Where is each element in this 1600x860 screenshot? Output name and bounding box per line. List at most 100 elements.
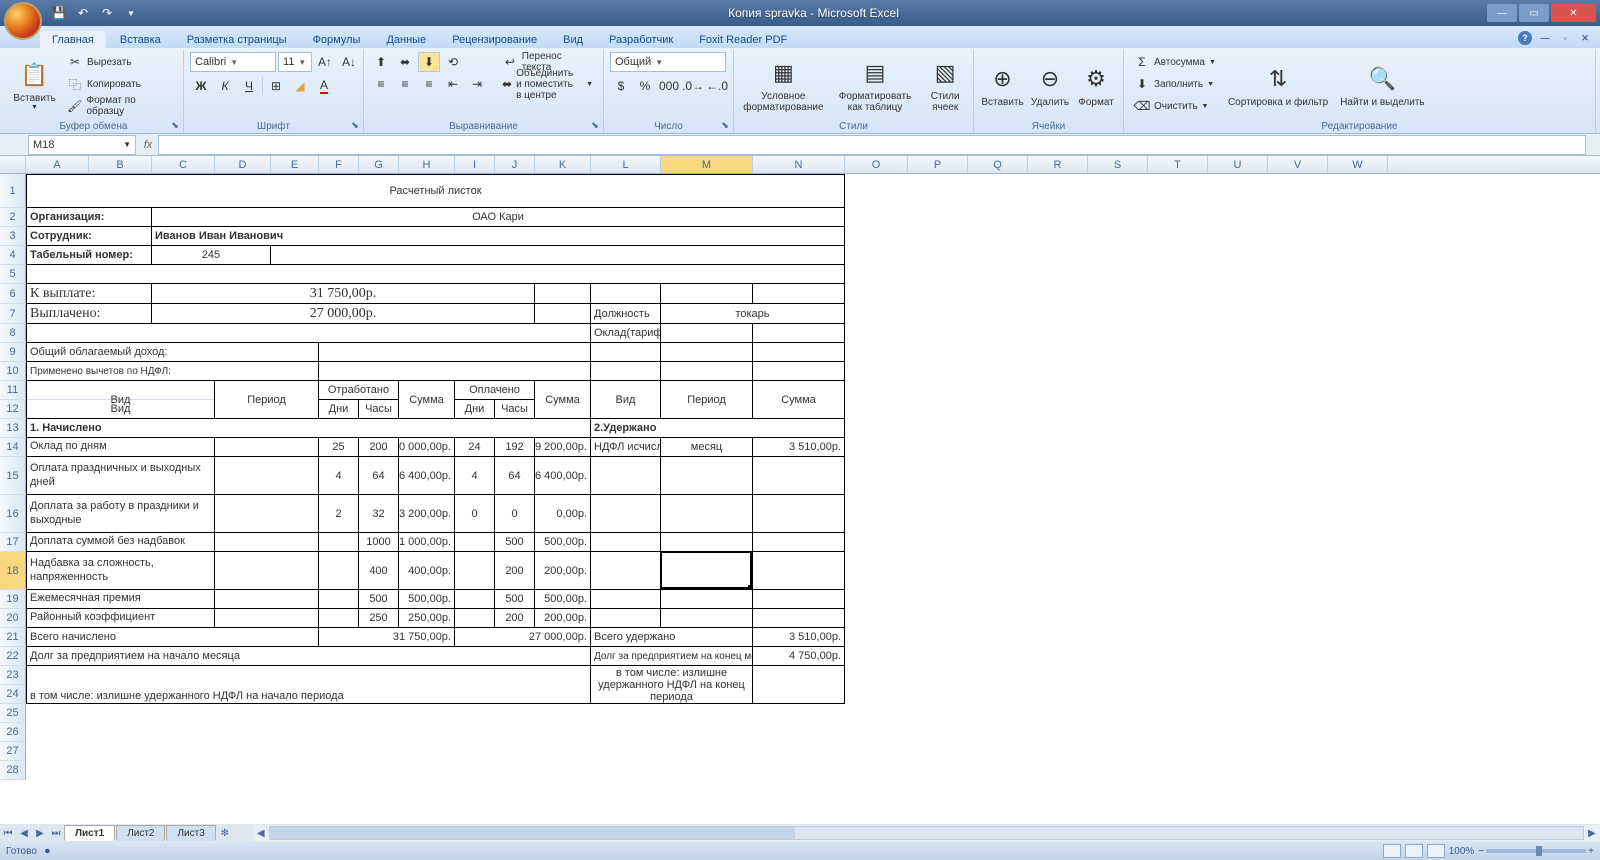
cell[interactable] <box>661 284 753 304</box>
close-button[interactable]: ✕ <box>1551 4 1596 22</box>
cell[interactable]: 200,00р. <box>535 552 591 590</box>
cell[interactable]: 32 <box>359 495 399 533</box>
paste-button[interactable]: 📋 Вставить ▼ <box>10 52 59 118</box>
row-header-16[interactable]: 16 <box>0 495 26 533</box>
tab-nav-first[interactable]: ⏮ <box>0 825 16 841</box>
cell[interactable] <box>215 533 319 552</box>
cell[interactable] <box>319 362 591 381</box>
col-header-N[interactable]: N <box>753 156 845 173</box>
cell[interactable]: Всего начислено <box>26 628 319 647</box>
align-right-icon[interactable]: ≡ <box>418 74 440 94</box>
cell[interactable]: Всего удержано <box>591 628 753 647</box>
cell[interactable]: 4 <box>319 457 359 495</box>
tab-home[interactable]: Главная <box>40 31 106 48</box>
cell[interactable]: 3 200,00р. <box>399 495 455 533</box>
cell[interactable]: 192 <box>495 438 535 457</box>
row-header-22[interactable]: 22 <box>0 647 26 666</box>
cell[interactable]: 24 <box>455 438 495 457</box>
row-header-27[interactable]: 27 <box>0 742 26 761</box>
cell[interactable]: Отработано <box>319 381 399 400</box>
cell[interactable]: НДФЛ исчисленный <box>591 438 661 457</box>
col-header-B[interactable]: B <box>89 156 152 173</box>
cell[interactable]: 250,00р. <box>399 609 455 628</box>
cell[interactable] <box>661 590 753 609</box>
copy-button[interactable]: ⿻Копировать <box>63 74 177 94</box>
col-header-A[interactable]: A <box>26 156 89 173</box>
cell[interactable]: Общий облагаемый доход: <box>26 343 319 362</box>
col-header-G[interactable]: G <box>359 156 399 173</box>
cell[interactable]: 19 200,00р. <box>535 438 591 457</box>
align-bottom-icon[interactable]: ⬇ <box>418 52 440 72</box>
font-size-combo[interactable]: 11▼ <box>278 52 312 72</box>
cell[interactable] <box>753 590 845 609</box>
cell[interactable]: 27 000,00р. <box>455 628 591 647</box>
increase-font-icon[interactable]: A↑ <box>314 52 336 72</box>
row-header-1[interactable]: 1 <box>0 174 26 208</box>
row-header-12[interactable]: 12 <box>0 400 26 419</box>
tab-insert[interactable]: Вставка <box>108 31 173 48</box>
dialog-launcher-icon[interactable]: ⬊ <box>589 119 601 131</box>
tab-nav-last[interactable]: ⏭ <box>48 825 64 841</box>
cell[interactable]: Оплата праздничных и выходных дней <box>26 457 215 495</box>
tab-nav-next[interactable]: ▶ <box>32 825 48 841</box>
cell[interactable]: Дни <box>455 400 495 419</box>
dialog-launcher-icon[interactable]: ⬊ <box>349 119 361 131</box>
cell[interactable] <box>591 552 661 590</box>
border-button[interactable]: ⊞ <box>265 76 287 96</box>
cell[interactable]: ОАО Кари <box>152 208 845 227</box>
cell[interactable]: 25 <box>319 438 359 457</box>
cell[interactable] <box>753 457 845 495</box>
col-header-W[interactable]: W <box>1328 156 1388 173</box>
cell[interactable]: 3 510,00р. <box>753 438 845 457</box>
align-top-icon[interactable]: ⬆ <box>370 52 392 72</box>
cell[interactable]: 4 750,00р. <box>753 647 845 666</box>
ribbon-minimize-icon[interactable]: — <box>1538 31 1552 45</box>
col-header-P[interactable]: P <box>908 156 968 173</box>
row-header-14[interactable]: 14 <box>0 438 26 457</box>
cell[interactable] <box>661 495 753 533</box>
decrease-indent-icon[interactable]: ⇤ <box>442 74 464 94</box>
cell[interactable]: Расчетный листок <box>26 174 845 208</box>
comma-icon[interactable]: 000 <box>658 76 680 96</box>
cell[interactable]: 20 000,00р. <box>399 438 455 457</box>
decrease-font-icon[interactable]: A↓ <box>338 52 360 72</box>
cell[interactable]: 27 000,00р. <box>152 304 535 324</box>
row-header-11[interactable]: 11 <box>0 381 26 400</box>
cell[interactable]: Организация: <box>26 208 152 227</box>
qat-undo[interactable]: ↶ <box>72 3 94 23</box>
delete-cells-button[interactable]: ⊖Удалить <box>1029 52 1071 118</box>
cell[interactable]: 6 400,00р. <box>399 457 455 495</box>
row-header-17[interactable]: 17 <box>0 533 26 552</box>
col-header-C[interactable]: C <box>152 156 215 173</box>
tab-foxit[interactable]: Foxit Reader PDF <box>687 31 799 48</box>
zoom-level[interactable]: 100% <box>1449 846 1475 857</box>
cell[interactable]: 250 <box>359 609 399 628</box>
cell[interactable]: 500 <box>495 533 535 552</box>
font-name-combo[interactable]: Calibri▼ <box>190 52 276 72</box>
orientation-icon[interactable]: ⟲ <box>442 52 464 72</box>
cell[interactable]: Доплата за работу в праздники и выходные <box>26 495 215 533</box>
qat-redo[interactable]: ↷ <box>96 3 118 23</box>
row-header-18[interactable]: 18 <box>0 552 26 590</box>
cell[interactable]: Табельный номер: <box>26 246 152 265</box>
cell[interactable] <box>661 533 753 552</box>
cell[interactable]: 200 <box>359 438 399 457</box>
cut-button[interactable]: ✂Вырезать <box>63 52 177 72</box>
increase-decimal-icon[interactable]: .0→ <box>682 76 704 96</box>
col-header-O[interactable]: O <box>845 156 908 173</box>
row-header-2[interactable]: 2 <box>0 208 26 227</box>
row-header-4[interactable]: 4 <box>0 246 26 265</box>
increase-indent-icon[interactable]: ⇥ <box>466 74 488 94</box>
help-icon[interactable]: ? <box>1518 31 1532 45</box>
format-cells-button[interactable]: ⚙Формат <box>1075 52 1117 118</box>
tab-nav-prev[interactable]: ◀ <box>16 825 32 841</box>
sort-filter-button[interactable]: ⇅Сортировка и фильтр <box>1224 52 1332 118</box>
horizontal-scrollbar[interactable]: ◀▶ <box>253 825 1600 841</box>
dialog-launcher-icon[interactable]: ⬊ <box>169 119 181 131</box>
row-header-15[interactable]: 15 <box>0 457 26 495</box>
cell[interactable]: 2.Удержано <box>591 419 845 438</box>
cell[interactable]: 400,00р. <box>399 552 455 590</box>
cell[interactable] <box>661 609 753 628</box>
cell[interactable]: 1. Начислено <box>26 419 591 438</box>
cell[interactable] <box>753 324 845 343</box>
